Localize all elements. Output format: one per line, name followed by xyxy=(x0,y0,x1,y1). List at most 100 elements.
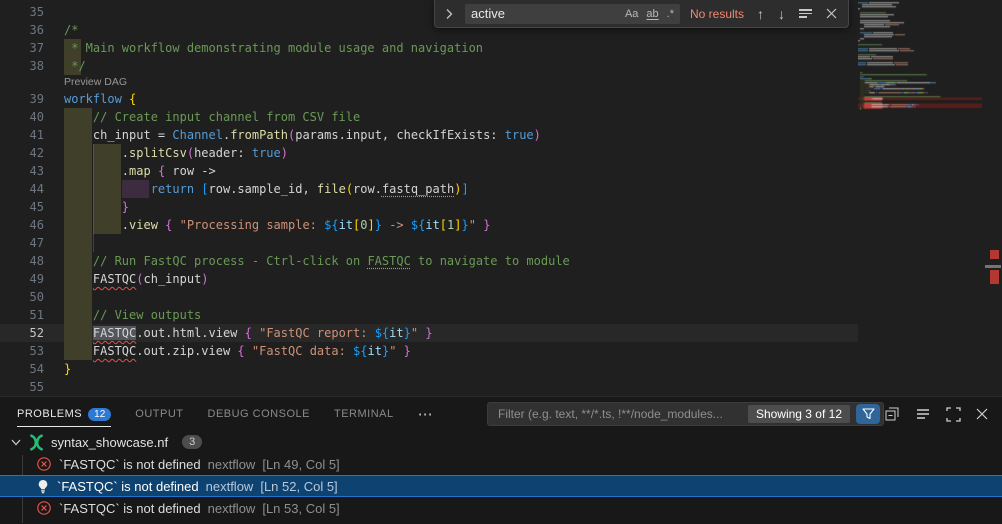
next-match-icon[interactable]: ↓ xyxy=(775,6,788,22)
error-icon xyxy=(36,500,52,516)
problem-message: `FASTQC` is not defined xyxy=(59,501,201,516)
code-line-50[interactable]: 50 xyxy=(0,288,858,306)
code-line-40[interactable]: 40 // Create input channel from CSV file xyxy=(0,108,858,126)
code-line-44[interactable]: 44 return [row.sample_id, file(row.fastq… xyxy=(0,180,858,198)
more-actions-icon[interactable]: ⋯ xyxy=(418,405,434,423)
code-line-41[interactable]: 41 ch_input = Channel.fromPath(params.in… xyxy=(0,126,858,144)
line-number: 50 xyxy=(0,288,44,306)
bottom-panel: PROBLEMS12 OUTPUT DEBUG CONSOLE TERMINAL ⋯ S… xyxy=(0,396,1002,524)
problems-filter-box: Showing 3 of 12 xyxy=(487,402,884,426)
indent-highlight xyxy=(64,234,92,252)
ruler-mark xyxy=(990,250,999,259)
file-name: syntax_showcase.nf xyxy=(51,435,168,450)
line-number: 39 xyxy=(0,90,44,108)
file-problem-count-badge: 3 xyxy=(182,435,202,449)
problem-message: `FASTQC` is not defined xyxy=(57,479,199,494)
match-case-icon[interactable]: Aa xyxy=(623,5,640,23)
editor-lines: 3536/*37 * Main workflow demonstrating m… xyxy=(0,3,858,396)
line-number: 48 xyxy=(0,252,44,270)
line-number: 36 xyxy=(0,21,44,39)
problems-count-badge: 12 xyxy=(88,408,111,421)
line-number: 47 xyxy=(0,234,44,252)
collapse-all-icon[interactable] xyxy=(884,406,900,422)
previous-match-icon[interactable]: ↑ xyxy=(754,6,767,22)
problem-row-3[interactable]: `FASTQC` is not defined nextflow [Ln 53, C… xyxy=(0,497,1002,519)
problems-list: syntax_showcase.nf 3 `FASTQC` is not defin… xyxy=(0,431,1002,524)
find-in-selection-icon[interactable] xyxy=(796,7,815,20)
close-find-icon[interactable] xyxy=(823,8,840,19)
line-number: 55 xyxy=(0,378,44,396)
line-number: 44 xyxy=(0,180,44,198)
code-line-38[interactable]: 38 */ xyxy=(0,57,858,75)
line-number: 45 xyxy=(0,198,44,216)
indent-guide xyxy=(93,234,94,252)
problems-file-row[interactable]: syntax_showcase.nf 3 xyxy=(0,431,1002,453)
indent-highlight xyxy=(64,288,92,306)
codelens-preview-dag[interactable]: Preview DAG xyxy=(0,75,858,90)
find-input-box: Aa ab .* xyxy=(465,4,680,24)
code-line-49[interactable]: 49 FASTQC(ch_input) xyxy=(0,270,858,288)
line-number: 53 xyxy=(0,342,44,360)
line-number: 49 xyxy=(0,270,44,288)
code-editor[interactable]: 3536/*37 * Main workflow demonstrating m… xyxy=(0,0,1002,396)
ruler-mark xyxy=(990,270,999,284)
showing-count-badge: Showing 3 of 12 xyxy=(748,405,850,423)
lightbulb-icon xyxy=(36,479,50,494)
error-icon xyxy=(36,456,52,472)
line-number: 40 xyxy=(0,108,44,126)
close-panel-icon[interactable] xyxy=(976,408,988,420)
line-number: 52 xyxy=(0,324,44,342)
problem-source: nextflow xyxy=(208,501,256,516)
line-number: 43 xyxy=(0,162,44,180)
overview-ruler[interactable] xyxy=(982,0,1002,396)
problem-location: [Ln 49, Col 5] xyxy=(262,457,339,472)
maximize-panel-icon[interactable] xyxy=(946,407,961,422)
code-line-42[interactable]: 42 .splitCsv(header: true) xyxy=(0,144,858,162)
find-input[interactable] xyxy=(471,6,619,21)
toggle-replace-icon[interactable] xyxy=(441,8,457,20)
ruler-mark xyxy=(985,265,1001,268)
code-line-55[interactable]: 55 xyxy=(0,378,858,396)
panel-tabs: PROBLEMS12 OUTPUT DEBUG CONSOLE TERMINAL ⋯ xyxy=(17,397,434,431)
line-number: 54 xyxy=(0,360,44,378)
code-line-52[interactable]: 52 FASTQC.out.html.view { "FastQC report… xyxy=(0,324,858,342)
problems-filter-input[interactable] xyxy=(496,406,742,422)
panel-header: PROBLEMS12 OUTPUT DEBUG CONSOLE TERMINAL ⋯ S… xyxy=(0,397,1002,431)
chevron-down-icon[interactable] xyxy=(10,436,22,448)
nextflow-icon xyxy=(28,434,45,451)
code-line-43[interactable]: 43 .map { row -> xyxy=(0,162,858,180)
line-number: 41 xyxy=(0,126,44,144)
code-line-47[interactable]: 47 xyxy=(0,234,858,252)
code-line-46[interactable]: 46 .view { "Processing sample: ${it[0]} … xyxy=(0,216,858,234)
find-widget: Aa ab .* No results ↑ ↓ xyxy=(434,0,849,28)
line-number: 42 xyxy=(0,144,44,162)
code-line-39[interactable]: 39workflow { xyxy=(0,90,858,108)
code-line-45[interactable]: 45 } xyxy=(0,198,858,216)
vscode-window: 3536/*37 * Main workflow demonstrating m… xyxy=(0,0,1002,524)
code-line-54[interactable]: 54} xyxy=(0,360,858,378)
problem-message: `FASTQC` is not defined xyxy=(59,457,201,472)
problem-source: nextflow xyxy=(206,479,254,494)
line-number: 37 xyxy=(0,39,44,57)
code-line-48[interactable]: 48 // Run FastQC process - Ctrl-click on… xyxy=(0,252,858,270)
problem-row-1[interactable]: `FASTQC` is not definednextflow[Ln 49, C… xyxy=(0,453,1002,475)
tab-debug-console[interactable]: DEBUG CONSOLE xyxy=(208,398,310,431)
line-number: 51 xyxy=(0,306,44,324)
problem-location: [Ln 52, Col 5] xyxy=(260,479,337,494)
code-line-53[interactable]: 53 FASTQC.out.zip.view { "FastQC data: $… xyxy=(0,342,858,360)
whole-word-icon[interactable]: ab xyxy=(644,5,660,23)
line-number: 38 xyxy=(0,57,44,75)
tab-output[interactable]: OUTPUT xyxy=(135,398,183,431)
code-line-37[interactable]: 37 * Main workflow demonstrating module … xyxy=(0,39,858,57)
line-number: 35 xyxy=(0,3,44,21)
find-results-count: No results xyxy=(690,7,746,21)
filter-funnel-icon[interactable] xyxy=(856,404,880,424)
tab-terminal[interactable]: TERMINAL xyxy=(334,398,394,431)
minimap[interactable] xyxy=(858,0,982,396)
problem-location: [Ln 53, Col 5] xyxy=(262,501,339,516)
regex-icon[interactable]: .* xyxy=(665,5,676,23)
view-as-table-icon[interactable] xyxy=(915,406,931,422)
problem-row-2[interactable]: `FASTQC` is not defined nextflow [Ln 52, C… xyxy=(0,475,1002,497)
tab-problems[interactable]: PROBLEMS12 xyxy=(17,398,111,431)
code-line-51[interactable]: 51 // View outputs xyxy=(0,306,858,324)
